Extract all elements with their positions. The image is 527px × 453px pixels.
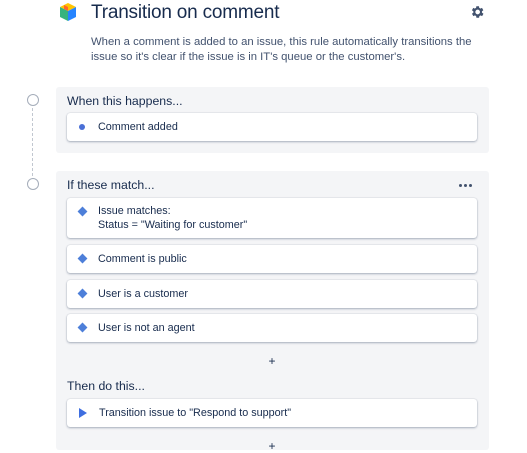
condition-label: Comment is public xyxy=(98,253,187,265)
action-label: Transition issue to "Respond to support" xyxy=(99,407,292,419)
condition-card-user-not-agent[interactable]: User is not an agent xyxy=(67,314,477,342)
condition-card-issue-matches[interactable]: Issue matches: Status = "Waiting for cus… xyxy=(67,198,477,238)
dot-icon xyxy=(79,124,85,130)
gear-icon[interactable] xyxy=(466,1,488,23)
condition-label: Issue matches: xyxy=(98,205,171,217)
more-icon[interactable] xyxy=(456,178,474,192)
diamond-icon xyxy=(77,206,88,217)
condition-card-comment-public[interactable]: Comment is public xyxy=(67,245,477,273)
trigger-section-title: When this happens... xyxy=(67,94,183,108)
automation-logo-icon xyxy=(58,2,78,22)
condition-detail: Status = "Waiting for customer" xyxy=(98,219,248,231)
play-icon xyxy=(79,408,87,418)
add-action-button[interactable]: + xyxy=(265,440,279,452)
trigger-card[interactable]: Comment added xyxy=(67,113,477,141)
condition-label: User is a customer xyxy=(98,288,188,300)
condition-card-user-customer[interactable]: User is a customer xyxy=(67,280,477,308)
page-title: Transition on comment xyxy=(91,2,280,23)
diamond-icon xyxy=(77,288,88,299)
rule-description: When a comment is added to an issue, thi… xyxy=(91,36,472,63)
conditions-section-title: If these match... xyxy=(67,178,155,192)
add-condition-button[interactable]: + xyxy=(265,355,279,367)
diamond-icon xyxy=(77,253,88,264)
timeline-node-conditions xyxy=(27,178,39,190)
trigger-label: Comment added xyxy=(98,121,178,133)
timeline-connector xyxy=(32,108,33,176)
condition-label: User is not an agent xyxy=(98,322,195,334)
timeline-node-trigger xyxy=(27,94,39,106)
action-card-transition[interactable]: Transition issue to "Respond to support" xyxy=(67,399,477,427)
diamond-icon xyxy=(77,322,88,333)
actions-section-title: Then do this... xyxy=(67,379,145,393)
